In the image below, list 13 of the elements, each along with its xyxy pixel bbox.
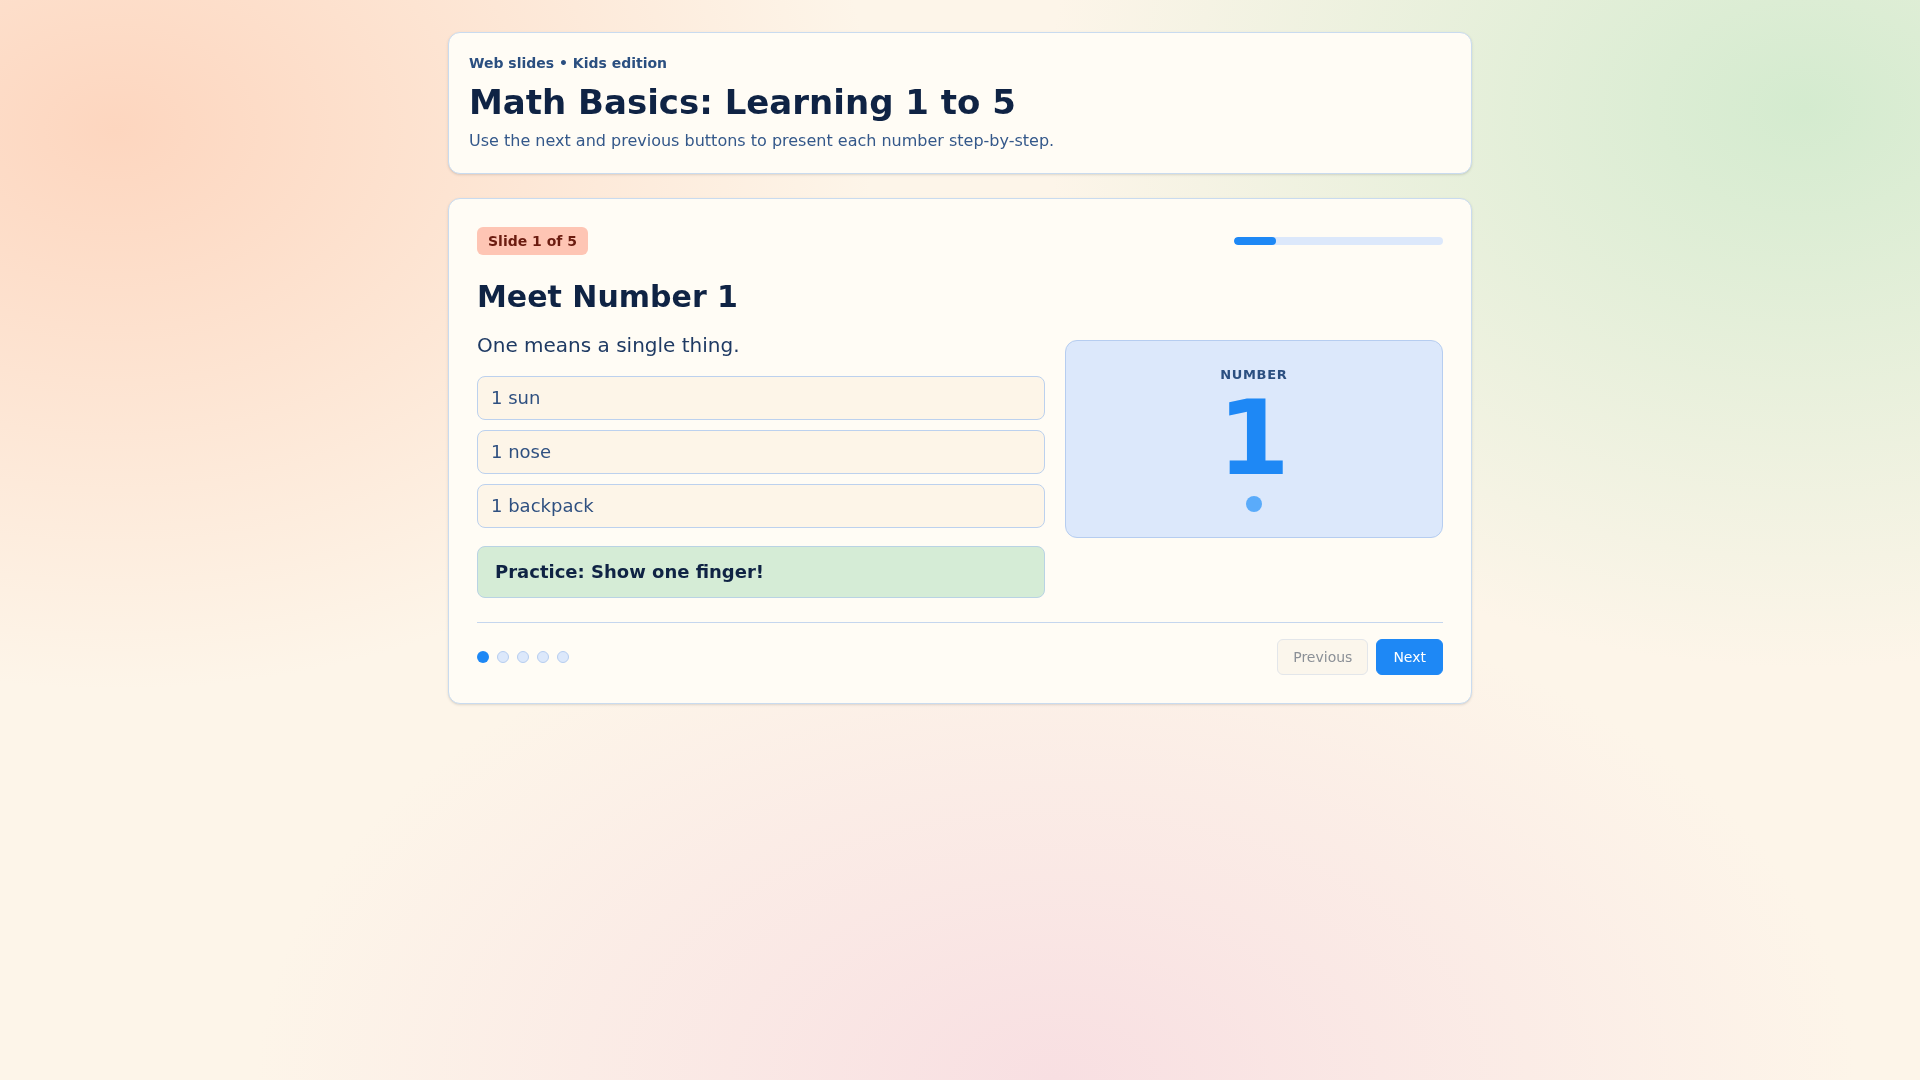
- example-item: 1 backpack: [477, 484, 1045, 528]
- page-title: Math Basics: Learning 1 to 5: [469, 81, 1017, 123]
- slide-counter-badge: Slide 1 of 5: [477, 227, 588, 255]
- slide-subtitle: One means a single thing.: [477, 332, 741, 359]
- practice-callout: Practice: Show one finger!: [477, 546, 1045, 598]
- number-value: 1: [1217, 386, 1290, 490]
- next-button[interactable]: Next: [1376, 639, 1443, 675]
- number-label: NUMBER: [1220, 366, 1288, 384]
- page-description: Use the next and previous buttons to present each number step-by-step.: [469, 130, 1056, 152]
- eyebrow-text: Web slides • Kids edition: [469, 54, 669, 73]
- example-item: 1 nose: [477, 430, 1045, 474]
- example-item: 1 sun: [477, 376, 1045, 420]
- slide-title: Meet Number 1: [477, 279, 739, 315]
